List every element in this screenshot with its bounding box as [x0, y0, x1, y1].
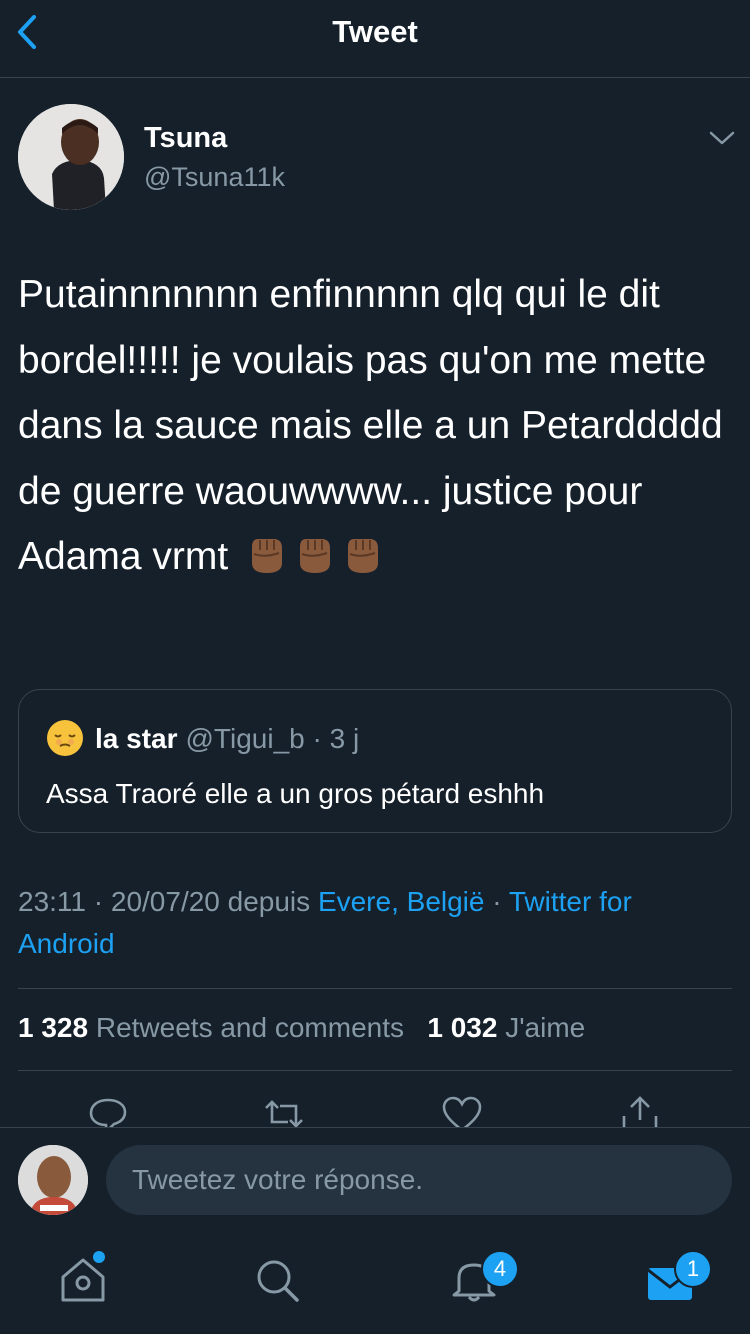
home-unread-dot — [93, 1251, 105, 1263]
tab-messages[interactable]: 1 — [640, 1250, 712, 1310]
tab-notifications[interactable]: 4 — [444, 1250, 519, 1310]
share-icon — [622, 1096, 658, 1128]
likes-label: J'aime — [505, 1012, 586, 1043]
tab-search[interactable] — [247, 1250, 307, 1310]
raised-fist-icon — [300, 539, 331, 573]
user-avatar[interactable] — [18, 1145, 88, 1215]
raised-fist-icon — [252, 539, 283, 573]
location-link[interactable]: Evere, België — [318, 886, 485, 917]
meta-separator: · — [492, 886, 502, 917]
more-options-button[interactable] — [706, 126, 738, 150]
tab-home[interactable] — [53, 1250, 113, 1310]
top-nav-bar: Tweet — [0, 0, 750, 78]
quoted-tweet-text: Assa Traoré elle a un gros pétard eshhh — [46, 778, 545, 809]
quoted-author-name: la star — [95, 723, 178, 754]
tweet-stats: 1 328 Retweets and comments 1 032 J'aime — [18, 1012, 585, 1044]
share-button[interactable] — [618, 1092, 662, 1128]
quoted-tweet-card[interactable]: la star @Tigui_b · 3 j Assa Traoré elle a… — [18, 689, 732, 833]
reply-button[interactable] — [86, 1092, 130, 1128]
page-title: Tweet — [332, 14, 418, 49]
chevron-down-icon — [709, 131, 735, 145]
avatar-image — [18, 1145, 88, 1215]
quoted-tweet-header: la star @Tigui_b · 3 j — [95, 723, 359, 755]
like-button[interactable] — [440, 1092, 484, 1128]
relieved-face-icon — [47, 720, 83, 756]
retweets-count: 1 328 — [18, 1012, 89, 1043]
divider — [18, 988, 732, 989]
tweet-meta: 23:11 · 20/07/20 depuis Evere, België · … — [18, 881, 732, 965]
retweets-stat[interactable]: 1 328 Retweets and comments — [18, 1012, 404, 1043]
reply-icon — [89, 1098, 127, 1128]
retweet-button[interactable] — [262, 1092, 306, 1128]
messages-badge: 1 — [674, 1250, 712, 1288]
quoted-author-handle: @Tigui_b · 3 j — [185, 723, 360, 754]
notifications-badge: 4 — [481, 1250, 519, 1288]
likes-count: 1 032 — [427, 1012, 498, 1043]
author-handle[interactable]: @Tsuna11k — [144, 162, 285, 193]
author-name[interactable]: Tsuna — [144, 122, 227, 155]
tweet-timestamp: 23:11 · 20/07/20 depuis — [18, 886, 311, 917]
tweet-body: Putainnnnnnn enfinnnnn qlq qui le dit bo… — [18, 262, 738, 590]
like-icon — [442, 1096, 482, 1128]
raised-fist-icon — [348, 539, 379, 573]
avatar-image — [18, 104, 124, 210]
retweets-label: Retweets and comments — [95, 1012, 404, 1043]
reply-input[interactable] — [106, 1145, 732, 1215]
retweet-icon — [265, 1100, 303, 1128]
likes-stat[interactable]: 1 032 J'aime — [427, 1012, 585, 1043]
search-icon — [257, 1260, 299, 1302]
author-avatar[interactable] — [18, 104, 124, 210]
divider — [18, 1070, 732, 1071]
